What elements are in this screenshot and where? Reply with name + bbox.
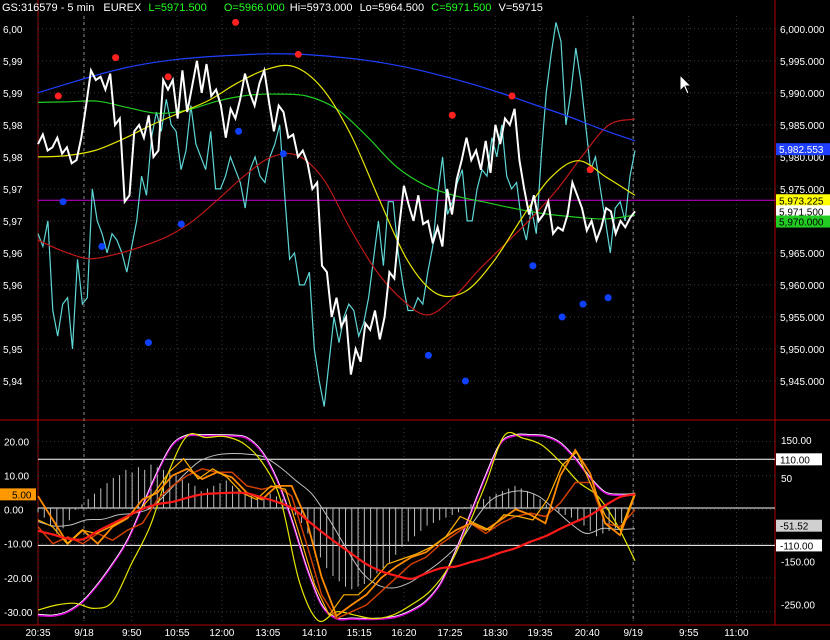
- lower-right-tick-label: 50: [781, 474, 793, 485]
- blue-signal-dot: [235, 127, 243, 135]
- exchange-label: EUREX: [103, 2, 142, 14]
- blue-signal-dot: [59, 198, 67, 206]
- left-tick-label: 5,94: [3, 377, 23, 388]
- right-tick-label: 5,990.000: [780, 89, 825, 100]
- left-tick-label: 5,96: [3, 249, 23, 260]
- time-tick-label: 9/19: [623, 628, 643, 639]
- blue-signal-dot: [558, 313, 566, 321]
- time-tick-label: 20:35: [25, 628, 50, 639]
- lower-left-tick-label: 10.00: [4, 472, 29, 483]
- red-signal-dot: [232, 18, 240, 26]
- lower-right-tick-label: -250.00: [781, 600, 815, 611]
- left-tick-label: 5,98: [3, 153, 23, 164]
- right-tick-label: 5,965.000: [780, 249, 825, 260]
- right-tick-label: 5,945.000: [780, 377, 825, 388]
- low-price-label: Lo=5964.500: [359, 2, 425, 14]
- price-value-label: 5,982.553: [779, 145, 824, 156]
- red-signal-dot: [508, 92, 516, 100]
- time-tick-label: 9:50: [122, 628, 142, 639]
- time-tick-label: 9:55: [679, 628, 699, 639]
- lower-right-tick-label: 150.00: [781, 436, 812, 447]
- left-tick-label: 5,98: [3, 121, 23, 132]
- price-value-label: 5,970.000: [779, 218, 824, 229]
- red-signal-dot: [164, 73, 172, 81]
- blue-signal-dot: [424, 351, 432, 359]
- right-tick-label: 5,975.000: [780, 185, 825, 196]
- left-tick-label: 5,97: [3, 217, 23, 228]
- lower-left-tick-label: -30.00: [4, 608, 33, 619]
- chart-header: GS:316579 - 5 min EUREX L=5971.500 O=596…: [2, 2, 543, 14]
- time-tick-label: 17:25: [437, 628, 462, 639]
- time-tick-label: 15:15: [347, 628, 372, 639]
- volume-label: V=59715: [498, 2, 543, 14]
- time-tick-label: 13:05: [255, 628, 280, 639]
- left-tick-label: 5,95: [3, 313, 23, 324]
- left-tick-label: 5,96: [3, 281, 23, 292]
- blue-signal-dot: [529, 262, 537, 270]
- time-tick-label: 19:35: [528, 628, 553, 639]
- blue-signal-dot: [98, 243, 106, 251]
- lower-right-tick-label: -150.00: [781, 557, 815, 568]
- time-tick-label: 12:00: [209, 628, 234, 639]
- trading-chart[interactable]: 6,00 5,99 5,99 5,98 5,98 5,97 5,97 5,96 5,96 5,95…: [0, 0, 830, 640]
- oscillator-value-label: 110.00: [780, 455, 810, 466]
- left-tick-label: 5,99: [3, 89, 23, 100]
- oscillator-value-label: -51.52: [780, 522, 809, 533]
- left-tick-label: 5,99: [3, 57, 23, 68]
- oscillator-value-label: -110.00: [780, 541, 814, 552]
- mouse-cursor-icon: [679, 74, 693, 95]
- lower-left-tick-label: 0.00: [4, 506, 24, 517]
- blue-signal-dot: [279, 150, 287, 158]
- blue-signal-dot: [144, 339, 152, 347]
- time-tick-label: 20:40: [575, 628, 600, 639]
- open-price-label: O=5966.000: [223, 2, 285, 14]
- red-signal-dot: [294, 50, 302, 58]
- time-tick-label: 9/18: [74, 628, 94, 639]
- symbol-label: GS:316579 - 5 min: [2, 2, 95, 14]
- left-tick-label: 5,95: [3, 345, 23, 356]
- last-price-label: L=5971.500: [148, 2, 207, 14]
- lower-left-tick-label: -20.00: [4, 574, 33, 585]
- left-tick-label: 5,97: [3, 185, 23, 196]
- right-tick-label: 5,995.000: [780, 57, 825, 68]
- close-price-label: C=5971.500: [431, 2, 492, 14]
- blue-signal-dot: [177, 220, 185, 228]
- left-tick-label: 6,00: [3, 25, 23, 36]
- oscillator-value-label: 5.00: [12, 490, 32, 501]
- right-tick-label: 5,950.000: [780, 345, 825, 356]
- red-signal-dot: [54, 92, 62, 100]
- red-signal-dot: [448, 111, 456, 119]
- right-tick-label: 5,985.000: [780, 121, 825, 132]
- red-signal-dot: [586, 166, 594, 174]
- right-tick-label: 6,000.000: [780, 25, 825, 36]
- high-price-label: Hi=5973.000: [289, 2, 353, 14]
- lower-left-tick-label: 20.00: [4, 438, 29, 449]
- blue-signal-dot: [604, 294, 612, 302]
- lower-left-tick-label: -10.00: [4, 540, 33, 551]
- blue-signal-dot: [461, 377, 469, 385]
- red-signal-dot: [112, 54, 120, 62]
- time-tick-label: 16:20: [391, 628, 416, 639]
- right-tick-label: 5,960.000: [780, 281, 825, 292]
- right-tick-label: 5,955.000: [780, 313, 825, 324]
- time-tick-label: 11:00: [724, 628, 749, 639]
- time-tick-label: 10:55: [165, 628, 190, 639]
- time-tick-label: 18:30: [483, 628, 508, 639]
- time-tick-label: 14:10: [302, 628, 327, 639]
- blue-signal-dot: [579, 300, 587, 308]
